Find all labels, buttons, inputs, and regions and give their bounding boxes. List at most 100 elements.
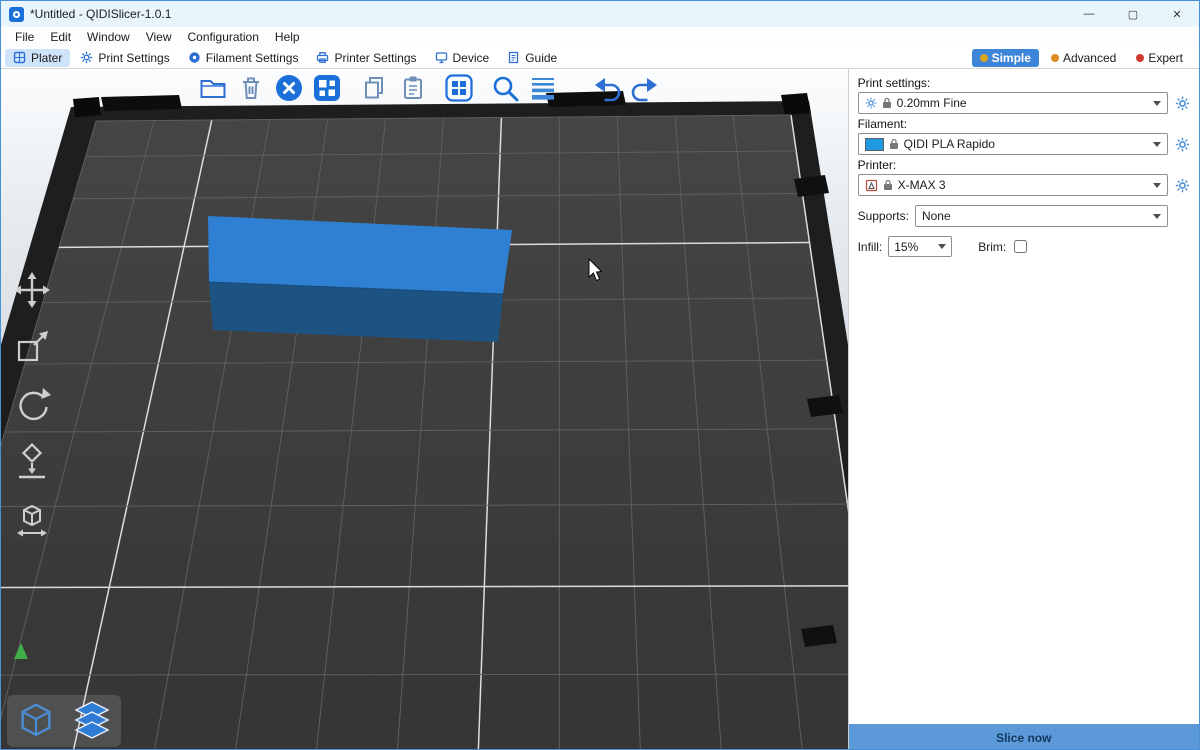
advanced-mode-dot-icon <box>1051 54 1059 62</box>
chevron-down-icon <box>1153 214 1161 219</box>
variable-layer-height-button[interactable] <box>527 72 559 104</box>
tab-device[interactable]: Device <box>427 49 498 67</box>
chevron-down-icon <box>1153 142 1161 147</box>
menu-edit[interactable]: Edit <box>42 28 79 46</box>
close-button[interactable]: ✕ <box>1155 1 1199 27</box>
print-settings-combo[interactable]: 0.20mm Fine <box>858 92 1168 114</box>
print-settings-value: 0.20mm Fine <box>897 96 1148 110</box>
delete-button[interactable] <box>235 72 267 104</box>
3d-cube-icon <box>14 700 58 742</box>
scale-tool-button[interactable] <box>11 326 53 368</box>
app-logo-icon <box>9 7 24 22</box>
printer-icon <box>316 51 329 64</box>
search-icon <box>490 73 520 103</box>
paste-icon <box>398 73 428 103</box>
menu-window[interactable]: Window <box>79 28 138 46</box>
rotate-tool-button[interactable] <box>11 383 53 425</box>
copy-button[interactable] <box>359 72 391 104</box>
redo-button[interactable] <box>629 72 661 104</box>
rotate-icon <box>12 384 52 424</box>
mode-label: Advanced <box>1063 51 1116 65</box>
window-controls: — ▢ ✕ <box>1067 1 1199 27</box>
measure-icon <box>12 498 52 538</box>
printer-label: Printer: <box>858 158 1190 172</box>
mode-advanced[interactable]: Advanced <box>1043 49 1124 67</box>
infill-value: 15% <box>894 240 933 254</box>
supports-combo[interactable]: None <box>915 205 1168 227</box>
filament-value: QIDI PLA Rapido <box>904 137 1148 151</box>
undo-button[interactable] <box>591 72 623 104</box>
arrange-icon <box>312 73 342 103</box>
sliced-layers-icon <box>69 700 115 742</box>
mode-simple[interactable]: Simple <box>972 49 1039 67</box>
move-icon <box>12 270 52 310</box>
menu-file[interactable]: File <box>7 28 42 46</box>
tab-printer-settings[interactable]: Printer Settings <box>308 49 424 67</box>
tab-label: Plater <box>31 51 62 65</box>
arrange-button[interactable] <box>311 72 343 104</box>
chevron-down-icon <box>1153 101 1161 106</box>
menu-help[interactable]: Help <box>267 28 308 46</box>
filament-spool-icon <box>188 51 201 64</box>
place-on-face-icon <box>12 441 52 481</box>
tab-guide[interactable]: Guide <box>499 49 565 67</box>
settings-sidebar: Print settings: 0.20mm Fine Filament: QI… <box>848 69 1199 750</box>
main-area: Print settings: 0.20mm Fine Filament: QI… <box>1 69 1199 750</box>
lock-icon <box>883 179 893 191</box>
tab-bar: Plater Print Settings Filament Settings … <box>1 47 1199 69</box>
place-on-face-tool-button[interactable] <box>11 440 53 482</box>
tab-plater[interactable]: Plater <box>5 49 70 67</box>
preview-view-button[interactable] <box>67 698 117 744</box>
tab-label: Filament Settings <box>206 51 299 65</box>
move-tool-button[interactable] <box>11 269 53 311</box>
print-settings-label: Print settings: <box>858 76 1190 90</box>
delete-all-icon <box>274 73 304 103</box>
menu-configuration[interactable]: Configuration <box>180 28 267 46</box>
brim-label: Brim: <box>978 240 1006 254</box>
copy-icon <box>360 73 390 103</box>
printer-combo[interactable]: X-MAX 3 <box>858 174 1168 196</box>
filament-combo[interactable]: QIDI PLA Rapido <box>858 133 1168 155</box>
gear-icon <box>1175 178 1190 193</box>
printer-edit-button[interactable] <box>1174 177 1190 193</box>
editor-view-button[interactable] <box>11 698 61 744</box>
maximize-button[interactable]: ▢ <box>1111 1 1155 27</box>
profile-gear-icon <box>865 97 877 109</box>
brim-checkbox[interactable] <box>1014 240 1027 253</box>
filament-label: Filament: <box>858 117 1190 131</box>
monitor-icon <box>435 51 448 64</box>
slice-now-button[interactable]: Slice now <box>849 724 1199 750</box>
minimize-button[interactable]: — <box>1067 1 1111 27</box>
delete-all-button[interactable] <box>273 72 305 104</box>
chevron-down-icon <box>1153 183 1161 188</box>
app-window: *Untitled - QIDISlicer-1.0.1 — ▢ ✕ File … <box>0 0 1200 750</box>
menu-view[interactable]: View <box>138 28 180 46</box>
infill-combo[interactable]: 15% <box>888 236 952 257</box>
split-to-objects-button[interactable] <box>443 72 475 104</box>
search-button[interactable] <box>489 72 521 104</box>
tab-filament-settings[interactable]: Filament Settings <box>180 49 307 67</box>
3d-viewport[interactable] <box>1 69 848 750</box>
tab-label: Print Settings <box>98 51 169 65</box>
measure-tool-button[interactable] <box>11 497 53 539</box>
filament-color-swatch <box>865 138 884 151</box>
gear-icon <box>1175 96 1190 111</box>
tab-print-settings[interactable]: Print Settings <box>72 49 177 67</box>
menu-bar: File Edit Window View Configuration Help <box>1 27 1199 47</box>
expert-mode-dot-icon <box>1136 54 1144 62</box>
filament-edit-button[interactable] <box>1174 136 1190 152</box>
gear-icon <box>1175 137 1190 152</box>
print-settings-edit-button[interactable] <box>1174 95 1190 111</box>
split-objects-icon <box>444 73 474 103</box>
mode-label: Expert <box>1148 51 1183 65</box>
mode-label: Simple <box>992 51 1031 65</box>
undo-icon <box>592 73 622 103</box>
view-switcher <box>7 695 121 747</box>
tab-label: Guide <box>525 51 557 65</box>
model-object[interactable] <box>1 69 848 750</box>
mode-expert[interactable]: Expert <box>1128 49 1191 67</box>
guide-book-icon <box>507 51 520 64</box>
paste-button[interactable] <box>397 72 429 104</box>
gear-icon <box>80 51 93 64</box>
open-project-button[interactable] <box>197 72 229 104</box>
